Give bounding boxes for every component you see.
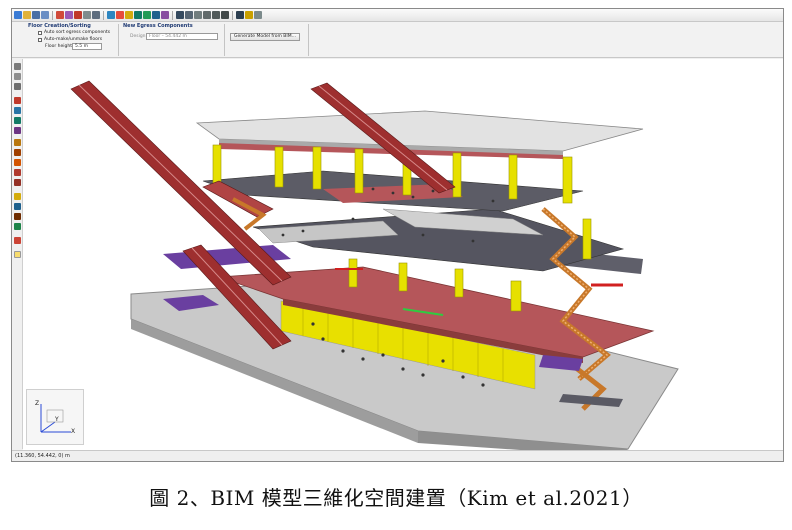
merge-tool-icon[interactable]	[14, 223, 21, 230]
app-window: Floor Creation/Sorting Auto sort egress …	[11, 8, 784, 462]
floor-height-label: Floor height:	[45, 44, 74, 49]
orientation-widget: Z X Y	[26, 389, 84, 445]
enclose-option-label: Auto-make/unmake floors	[44, 37, 103, 42]
walkway-tool-icon[interactable]	[14, 159, 21, 166]
stair-tool-icon[interactable]	[14, 139, 21, 146]
save-icon[interactable]	[32, 11, 40, 19]
new-file-icon[interactable]	[14, 11, 22, 19]
save-as-icon[interactable]	[41, 11, 49, 19]
3d-viewport[interactable]	[23, 59, 783, 457]
open-file-icon[interactable]	[23, 11, 31, 19]
fire-tool-icon[interactable]	[14, 237, 21, 244]
toolbar-separator	[232, 10, 233, 20]
design-label: Design:	[130, 34, 148, 39]
floor-group-title: Floor Creation/Sorting	[28, 23, 91, 29]
target-tool-icon[interactable]	[14, 203, 21, 210]
person-tool-icon[interactable]	[14, 83, 21, 90]
paste-icon[interactable]	[92, 11, 100, 19]
room-icon[interactable]	[107, 11, 115, 19]
settings-icon[interactable]	[254, 11, 262, 19]
zoom-fit-icon[interactable]	[221, 11, 229, 19]
floor-height-field[interactable]: 5.5 m	[72, 43, 102, 50]
layers-icon[interactable]	[65, 11, 73, 19]
obstruction-tool-icon[interactable]	[14, 193, 21, 200]
grid-icon[interactable]	[245, 11, 253, 19]
flow-icon[interactable]	[152, 11, 160, 19]
sort-checkbox[interactable]	[38, 31, 42, 35]
queue-tool-icon[interactable]	[14, 213, 21, 220]
import-icon[interactable]	[56, 11, 64, 19]
bim-model-render	[70, 80, 679, 457]
y-axis-label: Y	[55, 416, 59, 423]
main-toolbar	[12, 9, 783, 22]
pan-icon[interactable]	[185, 11, 193, 19]
select-icon[interactable]	[176, 11, 184, 19]
design-select[interactable]: Floor – 54.442 m	[146, 33, 218, 40]
ramp-icon[interactable]	[161, 11, 169, 19]
generate-model-button[interactable]: Generate Model from BIM…	[230, 33, 301, 41]
exit-icon[interactable]	[143, 11, 151, 19]
enclose-checkbox[interactable]	[38, 38, 42, 42]
x-axis-label: X	[71, 428, 76, 435]
measure-icon[interactable]	[236, 11, 244, 19]
sort-option-label: Auto sort egress components	[44, 30, 111, 35]
wall-tool-icon[interactable]	[14, 97, 21, 104]
exit-tool-icon[interactable]	[14, 179, 21, 186]
note-tool-icon[interactable]	[14, 251, 21, 258]
toolbar-separator	[103, 10, 104, 20]
status-bar: (11.360, 54.442, 0) m	[12, 450, 783, 461]
ribbon-divider	[118, 24, 119, 56]
hand-tool-icon[interactable]	[14, 73, 21, 80]
escalator-tool-icon[interactable]	[14, 149, 21, 156]
door-icon[interactable]	[125, 11, 133, 19]
occupant-icon[interactable]	[116, 11, 124, 19]
cursor-coordinates: (11.360, 54.442, 0) m	[15, 453, 70, 459]
ribbon-divider	[224, 24, 225, 56]
figure-caption: 圖 2、BIM 模型三維化空間建置（Kim et al.2021）	[149, 486, 643, 510]
floor-icon[interactable]	[74, 11, 82, 19]
left-toolbar	[12, 59, 23, 449]
stair-icon[interactable]	[134, 11, 142, 19]
zoom-icon[interactable]	[212, 11, 220, 19]
ribbon-divider	[308, 24, 309, 56]
pointer-tool-icon[interactable]	[14, 63, 21, 70]
orbit-icon[interactable]	[203, 11, 211, 19]
egress-group-title: New Egress Components	[123, 23, 193, 29]
room-tool-icon[interactable]	[14, 107, 21, 114]
ribbon-panel: Floor Creation/Sorting Auto sort egress …	[12, 22, 783, 58]
door-tool-icon[interactable]	[14, 117, 21, 124]
elevator-tool-icon[interactable]	[14, 169, 21, 176]
rotate-icon[interactable]	[194, 11, 202, 19]
toolbar-separator	[52, 10, 53, 20]
copy-icon[interactable]	[83, 11, 91, 19]
ramp-tool-icon[interactable]	[14, 127, 21, 134]
toolbar-separator	[172, 10, 173, 20]
z-axis-label: Z	[35, 400, 40, 407]
